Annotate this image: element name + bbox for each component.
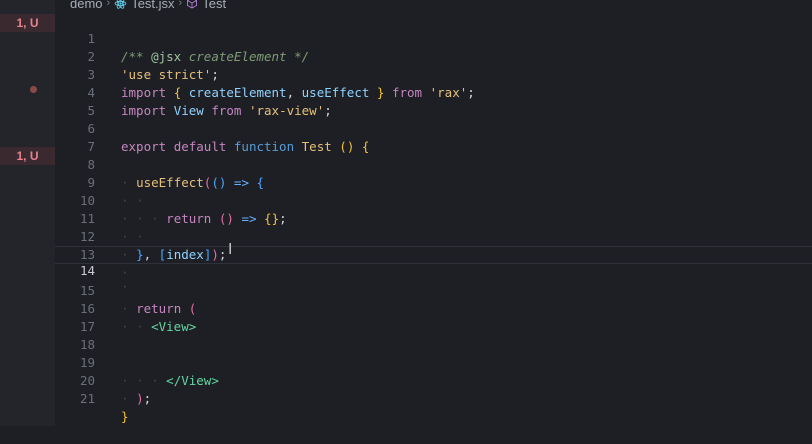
code-text: · );: [121, 391, 152, 406]
code-line[interactable]: 5: [55, 84, 812, 118]
react-file-icon: [114, 0, 127, 9]
code-line[interactable]: 16 · · <View>: [55, 282, 812, 334]
git-gutter-panel: 1, U 1, U: [0, 0, 55, 426]
breadcrumb: demo › Test.jsx › Test: [70, 0, 226, 11]
code-line[interactable]: 18: [55, 318, 812, 352]
breadcrumb-symbol[interactable]: Test: [202, 0, 226, 11]
code-line[interactable]: 8 · useEffect(() => {: [55, 138, 812, 190]
code-line[interactable]: 11 · ·: [55, 192, 812, 244]
code-line-active[interactable]: 14 ·: [55, 246, 812, 294]
breadcrumb-file[interactable]: Test.jsx: [131, 0, 174, 11]
text-cursor-icon: I: [228, 240, 233, 258]
code-editor[interactable]: 1 /** @jsx createElement */ 2 'use stric…: [55, 12, 812, 426]
code-line[interactable]: 9 · ·: [55, 156, 812, 208]
code-line[interactable]: 4 import View from 'rax-view';: [55, 66, 812, 118]
code-line[interactable]: 21 }: [55, 372, 812, 424]
code-line[interactable]: 7: [55, 120, 812, 154]
code-text: }: [121, 409, 129, 424]
code-line[interactable]: 13 ·: [55, 228, 812, 280]
chevron-right-icon: ›: [106, 0, 111, 9]
code-line[interactable]: 17: [55, 300, 812, 334]
symbol-cube-icon: [187, 0, 198, 9]
git-status-badge[interactable]: 1, U: [0, 147, 55, 165]
code-line[interactable]: 19 · · · </View>: [55, 336, 812, 388]
code-line[interactable]: 12 · }, [index]);: [55, 210, 812, 262]
git-status-badge[interactable]: 1, U: [0, 14, 55, 32]
breakpoint-dot-icon[interactable]: [30, 86, 37, 93]
code-line[interactable]: 6 export default function Test () {: [55, 102, 812, 154]
code-line[interactable]: 20 · );: [55, 354, 812, 406]
code-line[interactable]: 1 /** @jsx createElement */: [55, 12, 812, 64]
breadcrumb-folder[interactable]: demo: [70, 0, 103, 11]
chevron-right-icon: ›: [178, 0, 183, 9]
code-line[interactable]: 2 'use strict';: [55, 30, 812, 82]
code-line[interactable]: 10 · · · return () => {};: [55, 174, 812, 226]
code-line[interactable]: 15 · return (: [55, 264, 812, 316]
line-number: 21: [79, 391, 95, 406]
code-line[interactable]: 3 import { createElement, useEffect } fr…: [55, 48, 812, 100]
